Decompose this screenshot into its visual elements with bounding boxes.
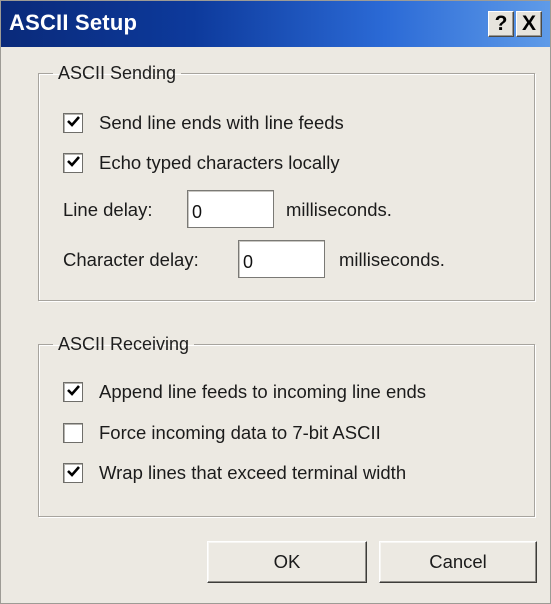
force-7bit-checkbox-row[interactable]: Force incoming data to 7-bit ASCII [63,420,381,446]
wrap-lines-label: Wrap lines that exceed terminal width [99,462,407,483]
help-button[interactable]: ? [488,11,514,37]
cancel-button[interactable]: Cancel [379,541,537,583]
close-button[interactable]: X [516,11,542,37]
force-7bit-checkbox[interactable] [63,423,83,443]
send-line-ends-label: Send line ends with line feeds [99,112,344,133]
checkmark-icon [67,116,80,127]
line-delay-input[interactable] [187,190,274,228]
char-delay-unit: milliseconds. [339,249,445,270]
echo-locally-checkbox-row[interactable]: Echo typed characters locally [63,150,340,176]
ascii-receiving-legend: ASCII Receiving [58,334,190,354]
char-delay-label: Character delay: [63,249,199,270]
append-line-feeds-checkbox-row[interactable]: Append line feeds to incoming line ends [63,379,426,405]
append-line-feeds-label: Append line feeds to incoming line ends [99,381,427,402]
wrap-lines-checkbox-row[interactable]: Wrap lines that exceed terminal width [63,460,406,486]
window-title: ASCII Setup [9,10,138,35]
echo-locally-checkbox[interactable] [63,153,83,173]
ascii-setup-dialog: ASCII Setup ? X ASCII Sending Send line … [0,0,551,604]
line-delay-unit: milliseconds. [286,199,392,220]
send-line-ends-checkbox[interactable] [63,113,83,133]
title-bar[interactable]: ASCII Setup ? X [1,1,550,47]
echo-locally-label: Echo typed characters locally [99,152,340,173]
append-line-feeds-checkbox[interactable] [63,382,83,402]
char-delay-input[interactable] [238,240,325,278]
checkmark-icon [67,156,80,167]
ascii-sending-legend: ASCII Sending [58,63,177,83]
send-line-ends-checkbox-row[interactable]: Send line ends with line feeds [63,110,344,136]
line-delay-label: Line delay: [63,199,153,220]
force-7bit-label: Force incoming data to 7-bit ASCII [99,422,381,443]
ok-button[interactable]: OK [207,541,367,583]
checkmark-icon [67,466,80,477]
wrap-lines-checkbox[interactable] [63,463,83,483]
checkmark-icon [67,385,80,396]
